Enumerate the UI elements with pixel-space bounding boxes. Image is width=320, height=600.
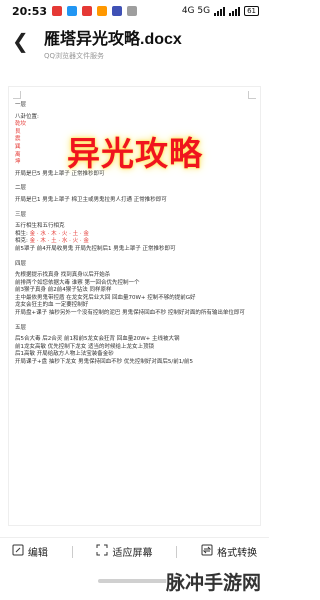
- bagua-label: 八卦位置:: [15, 113, 39, 120]
- status-time: 20:53: [12, 4, 48, 18]
- doc-line: 前5罩子 前4开局收男鬼 开局先控制后1 男鬼上罩子 正常推秒即可: [15, 245, 176, 252]
- document-subtitle: QQ浏览器文件服务: [44, 52, 105, 60]
- title-block: 雁塔异光攻略.docx QQ浏览器文件服务: [44, 30, 182, 61]
- document-title: 雁塔异光攻略.docx: [44, 31, 182, 48]
- section-heading: 一层: [15, 102, 27, 108]
- app-notification-icon: [52, 6, 63, 16]
- doc-line: 先根据提示找真身 找到真身以后开始杀: [15, 272, 111, 279]
- doc-line: 龙女会狂主的血 一定要控制好: [15, 302, 89, 309]
- document-viewer[interactable]: 一层 八卦位置: 乾坎 艮 震 巽 离 坤 开局是巳5 男鬼上罩子 正常推秒即可…: [0, 72, 269, 534]
- edit-button[interactable]: 编辑: [12, 544, 48, 559]
- doc-line: 开局是巳1 男鬼上罩子 棉卫主或男鬼拉男人打通 正常推秒即可: [15, 196, 167, 203]
- app-notification-icon: [112, 6, 123, 16]
- doc-line: 后1高敏 开局给敌方人物上法宝装备金砂: [15, 351, 114, 358]
- ke-label: 相克:: [15, 238, 28, 245]
- section-heading: 五层: [15, 324, 27, 331]
- back-arrow-icon[interactable]: ❮: [12, 30, 34, 52]
- app-notification-icon: [127, 6, 138, 16]
- edit-label: 编辑: [27, 548, 48, 559]
- fit-screen-icon: [96, 544, 108, 559]
- battery-icon: 61: [244, 6, 259, 16]
- app-header: ❮ 雁塔异光攻略.docx QQ浏览器文件服务: [0, 22, 269, 68]
- section-heading: 三层: [15, 211, 27, 218]
- format-convert-label: 格式转换: [217, 548, 258, 559]
- doc-line: 前3猴子真身 前2前4猴子钻法 同样原样: [15, 287, 112, 294]
- fit-screen-label: 适应屏幕: [112, 548, 153, 559]
- toolbar-divider: [176, 545, 178, 558]
- bottom-toolbar: 编辑 适应屏幕 格式转换: [0, 537, 269, 565]
- sheng-values: 金 · 水 · 木 · 火 · 土 · 金: [29, 230, 89, 237]
- doc-line: 开局课子+盘 抽秒下龙女 男鬼保持回血不秒 优先控制好对面后5/前1/前5: [15, 359, 194, 366]
- signal-icon: [214, 6, 226, 16]
- format-convert-icon: [201, 544, 213, 559]
- pencil-icon: [12, 544, 24, 559]
- doc-line: 五行相生和五行相克: [15, 223, 65, 230]
- document-big-title: 异光攻略: [67, 134, 203, 173]
- app-notification-icon: [67, 6, 78, 16]
- app-notification-icon: [97, 6, 108, 16]
- doc-line: 后5合大毒 后2合灵 前1和前5龙女会狂背 回血量20W+ 主线被大钢: [15, 336, 180, 343]
- toolbar-divider: [71, 545, 73, 558]
- status-bar: 20:53 4G 5G 61: [0, 0, 269, 22]
- ke-row: 相克: 金 · 木 · 土 · 水 · 火 · 金: [15, 238, 259, 246]
- fit-screen-button[interactable]: 适应屏幕: [96, 544, 152, 559]
- section-heading: 四层: [15, 260, 27, 267]
- network-type: 4G 5G: [181, 6, 211, 16]
- section-heading: 二层: [15, 185, 27, 192]
- doc-line: 开局盘+课子 抽秒另外一个没有控制的泥巴 男鬼保持回血不秒 控制好对面的所有输出…: [15, 310, 245, 317]
- status-left: 20:53: [12, 4, 138, 18]
- signal-icon: [229, 6, 241, 16]
- watermark: 脉冲手游网: [165, 572, 261, 594]
- status-right: 4G 5G 61: [182, 6, 259, 16]
- document-page: 一层 八卦位置: 乾坎 艮 震 巽 离 坤 开局是巳5 男鬼上罩子 正常推秒即可…: [8, 86, 261, 526]
- format-convert-button[interactable]: 格式转换: [201, 544, 257, 559]
- home-indicator[interactable]: [98, 579, 170, 583]
- app-notification-icon: [82, 6, 93, 16]
- ke-values: 金 · 木 · 土 · 水 · 火 · 金: [29, 238, 89, 245]
- sheng-label: 相生:: [15, 230, 28, 237]
